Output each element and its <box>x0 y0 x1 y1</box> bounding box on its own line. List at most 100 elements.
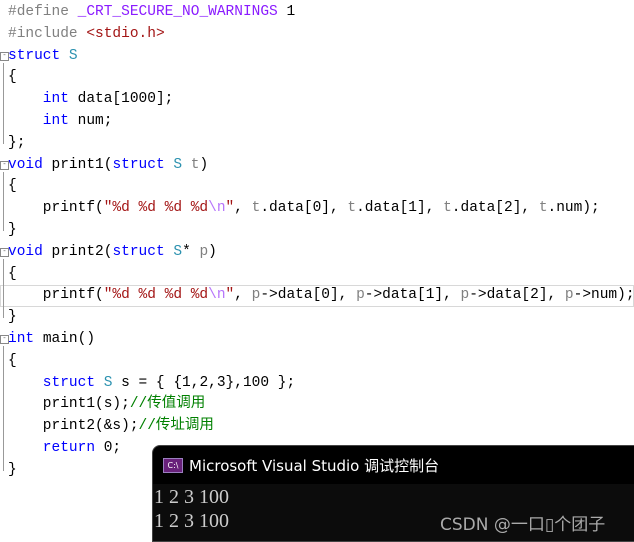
code-token: .data[1], <box>356 200 444 217</box>
code-token: printf( <box>8 200 104 217</box>
code-editor[interactable]: #define _CRT_SECURE_NO_WARNINGS 1 #includ… <box>0 2 634 482</box>
code-token: struct <box>112 243 174 260</box>
code-token: main() <box>42 330 96 347</box>
code-line[interactable]: int num; <box>0 111 634 133</box>
code-line[interactable]: { <box>0 67 634 89</box>
code-token: "%d %d %d %d <box>103 200 209 217</box>
code-token: p <box>460 287 470 304</box>
code-token: .data[0], <box>260 200 348 217</box>
code-token: num; <box>77 112 113 129</box>
code-token: <stdio.h> <box>86 25 165 42</box>
code-token: S <box>173 243 183 260</box>
console-app-icon: C:\ <box>163 457 183 473</box>
code-token: struct <box>8 374 104 391</box>
code-token: \n <box>208 287 226 304</box>
watermark: CSDN @一口▯个团子 <box>440 515 606 535</box>
code-token: #include <box>8 25 87 42</box>
code-token: t <box>538 200 548 217</box>
fold-toggle-icon[interactable]: - <box>0 334 9 344</box>
code-token: , <box>234 200 252 217</box>
code-token: _CRT_SECURE_NO_WARNINGS <box>77 4 278 20</box>
code-token: }; <box>8 134 26 151</box>
code-token: * <box>182 243 200 260</box>
code-token: { <box>8 69 17 86</box>
fold-toggle-icon[interactable]: - <box>0 51 9 61</box>
code-token: p <box>199 243 209 260</box>
code-token: print1(s); <box>8 396 130 413</box>
fold-toggle-icon[interactable]: - <box>0 160 9 170</box>
code-token: { <box>8 178 17 195</box>
console-output-line: 1 2 3 100 <box>154 486 229 508</box>
code-token: t <box>347 200 357 217</box>
code-token: #define <box>8 4 78 20</box>
code-token: S <box>68 47 78 64</box>
code-token: p <box>356 287 365 304</box>
code-token: ) <box>199 156 209 173</box>
code-token: " <box>225 287 235 304</box>
code-line[interactable]: int data[1000]; <box>0 89 634 111</box>
code-token: ->num); <box>573 287 634 304</box>
code-line[interactable]: } <box>0 220 634 242</box>
code-line[interactable]: - void print2(struct S* p) <box>0 242 634 264</box>
code-line[interactable]: printf("%d %d %d %d\n", p->data[0], p->d… <box>0 285 634 308</box>
fold-guide <box>3 62 5 144</box>
code-token: } <box>8 309 17 326</box>
fold-toggle-icon[interactable]: - <box>0 247 9 257</box>
code-line[interactable]: - int main() <box>0 329 634 351</box>
code-token: "%d %d %d %d <box>103 287 209 304</box>
code-token: } <box>8 221 17 238</box>
code-token: 1 <box>277 4 296 20</box>
code-token: struct <box>112 156 174 173</box>
console-title: Microsoft Visual Studio 调试控制台 <box>189 456 440 475</box>
code-token: print2(&s); <box>8 418 139 435</box>
code-token: ) <box>208 243 217 260</box>
code-token: print1( <box>51 156 113 173</box>
fold-guide <box>3 258 5 319</box>
fold-guide <box>3 171 5 231</box>
code-token: ->data[0], <box>260 287 357 304</box>
code-line[interactable]: - struct S <box>0 46 634 68</box>
code-line[interactable]: #include <stdio.h> <box>0 24 634 46</box>
code-line[interactable]: { <box>0 176 634 198</box>
code-token: \n <box>208 200 226 217</box>
code-line[interactable]: } <box>0 307 634 329</box>
code-token: } <box>8 461 17 478</box>
code-token: void <box>8 156 52 173</box>
code-line[interactable]: struct S s = { {1,2,3},100 }; <box>0 373 634 395</box>
code-token: ->data[1], <box>364 287 461 304</box>
fold-guide <box>3 346 5 471</box>
code-token: int <box>8 330 43 347</box>
code-line[interactable]: { <box>0 351 634 373</box>
console-title-bar[interactable]: C:\ Microsoft Visual Studio 调试控制台 <box>153 446 634 484</box>
code-token: t <box>443 200 452 217</box>
code-token: p <box>564 287 574 304</box>
code-token: .data[2], <box>451 200 539 217</box>
code-token: printf( <box>8 287 104 304</box>
code-token: s = { {1,2,3},100 }; <box>121 374 296 391</box>
code-token: .num); <box>547 200 600 217</box>
code-token: S <box>103 374 122 391</box>
code-token: struct <box>8 47 69 64</box>
code-token: //传值调用 <box>129 396 206 413</box>
code-token: void <box>8 243 52 260</box>
code-line[interactable]: }; <box>0 133 634 155</box>
code-token: S <box>173 156 191 173</box>
code-line[interactable]: #define _CRT_SECURE_NO_WARNINGS 1 <box>0 2 634 24</box>
code-token: return <box>8 439 104 456</box>
code-token: , <box>234 287 252 304</box>
code-token: ->data[2], <box>469 287 565 304</box>
code-token: " <box>225 200 235 217</box>
code-line[interactable]: - void print1(struct S t) <box>0 155 634 177</box>
code-token: { <box>8 352 17 369</box>
code-line[interactable]: { <box>0 264 634 286</box>
code-token: { <box>8 265 17 282</box>
code-token: print2( <box>51 243 113 260</box>
code-line[interactable]: print1(s);//传值调用 <box>0 394 634 416</box>
code-token: //传址调用 <box>138 418 214 435</box>
code-token: int <box>8 112 78 129</box>
code-token: data[1000]; <box>77 91 174 108</box>
code-token: 0; <box>103 439 122 456</box>
code-line[interactable]: printf("%d %d %d %d\n", t.data[0], t.dat… <box>0 198 634 220</box>
code-token: int <box>8 91 78 108</box>
code-line[interactable]: print2(&s);//传址调用 <box>0 416 634 438</box>
